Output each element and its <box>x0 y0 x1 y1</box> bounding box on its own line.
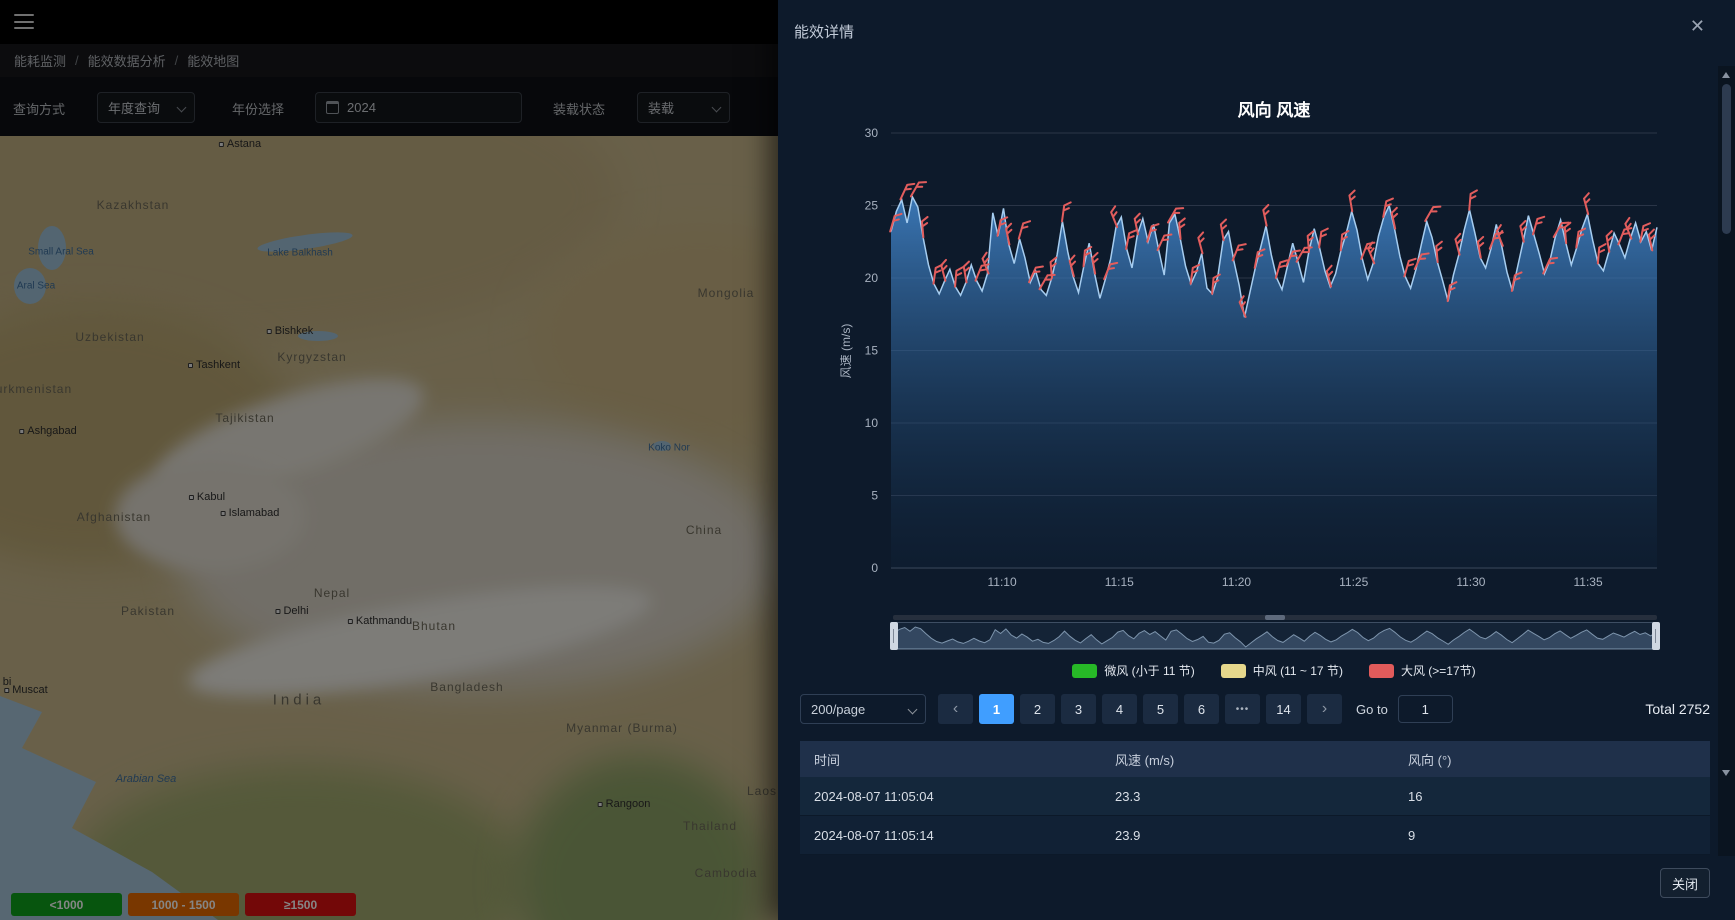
close-button[interactable]: 关闭 <box>1660 868 1710 898</box>
total-count: Total 2752 <box>1645 701 1710 717</box>
page-button-1[interactable]: 1 <box>979 694 1014 724</box>
more-pages-button[interactable]: ••• <box>1225 694 1260 724</box>
wind-barb-icon <box>1349 191 1358 212</box>
table-cell: 16 <box>1394 777 1710 816</box>
table-cell: 2024-08-07 11:05:14 <box>800 816 1101 855</box>
legend-swatch-icon <box>1369 664 1394 678</box>
legend-swatch-icon <box>1072 664 1097 678</box>
legend-swatch-icon <box>1221 664 1246 678</box>
wind-barb-icon <box>1564 223 1572 243</box>
close-icon[interactable]: ✕ <box>1690 17 1705 35</box>
svg-text:11:30: 11:30 <box>1456 575 1485 589</box>
legend-item-0[interactable]: 微风 (小于 11 节) <box>1072 662 1194 679</box>
wind-barb-icon <box>1319 228 1328 249</box>
table-cell: 2024-08-07 11:05:04 <box>800 777 1101 816</box>
app-root: 能耗监测 / 能效数据分析 / 能效地图 查询方式 年度查询 年份选择 2024… <box>0 0 1735 920</box>
scroll-down-icon[interactable] <box>1722 770 1730 776</box>
page-button-3[interactable]: 3 <box>1061 694 1096 724</box>
wind-barb-icon <box>1126 229 1136 250</box>
wind-barb-icon <box>1233 242 1246 263</box>
datazoom-right-handle[interactable] <box>1652 622 1660 650</box>
wind-data-table: 时间风速 (m/s)风向 (°)2024-08-07 11:05:0423.31… <box>800 741 1710 855</box>
scrollbar-thumb[interactable] <box>1722 84 1731 234</box>
legend-label: 大风 (>=17节) <box>1401 662 1476 679</box>
page-size-value: 200/page <box>811 702 865 717</box>
datazoom-preview <box>894 623 1656 649</box>
pagination-bar: 200/page ‹123456•••14› Go to Total 2752 <box>800 694 1710 724</box>
svg-text:11:20: 11:20 <box>1222 575 1251 589</box>
drawer-title: 能效详情 <box>794 21 854 42</box>
page-buttons: ‹123456•••14› <box>938 694 1348 724</box>
legend-label: 微风 (小于 11 节) <box>1104 662 1194 679</box>
wind-barb-icon <box>1062 202 1071 223</box>
detail-drawer: 能效详情 ✕ 风向 风速 051015202530风速 (m/s)11:1011… <box>778 0 1735 920</box>
wind-barb-icon <box>1533 215 1544 236</box>
next-page-button[interactable]: › <box>1307 694 1342 724</box>
svg-text:20: 20 <box>865 271 879 285</box>
datazoom-slider[interactable] <box>893 615 1657 651</box>
goto-label: Go to <box>1356 702 1388 717</box>
table-header-cell: 风向 (°) <box>1394 741 1710 777</box>
prev-page-button[interactable]: ‹ <box>938 694 973 724</box>
wind-barb-icon <box>1197 232 1208 253</box>
svg-text:15: 15 <box>865 344 879 358</box>
table-header-cell: 风速 (m/s) <box>1101 741 1394 777</box>
wind-barb-icon <box>911 179 926 199</box>
table-cell: 23.9 <box>1101 816 1394 855</box>
table-row: 2024-08-07 11:05:0423.316 <box>800 777 1710 816</box>
datazoom-window[interactable] <box>893 622 1657 650</box>
wind-barb-icon <box>1469 190 1477 210</box>
scroll-up-icon[interactable] <box>1722 72 1730 78</box>
page-button-6[interactable]: 6 <box>1184 694 1219 724</box>
page-button-2[interactable]: 2 <box>1020 694 1055 724</box>
svg-text:11:35: 11:35 <box>1574 575 1603 589</box>
svg-text:10: 10 <box>865 416 879 430</box>
wind-barb-icon <box>922 217 930 237</box>
legend-item-1[interactable]: 中风 (11 ~ 17 节) <box>1221 662 1343 679</box>
table-cell: 23.3 <box>1101 777 1394 816</box>
wind-barb-icon <box>1436 242 1444 262</box>
legend-item-2[interactable]: 大风 (>=17节) <box>1369 662 1476 679</box>
svg-text:11:10: 11:10 <box>988 575 1017 589</box>
svg-text:11:15: 11:15 <box>1105 575 1134 589</box>
datazoom-move-handle[interactable] <box>1265 615 1285 620</box>
wind-speed-chart: 0 5 10 15 20 25 30 风速 (m/s) 11:10 11:15 11:20 11:25… <box>778 120 1735 600</box>
svg-text:5: 5 <box>871 489 878 503</box>
table-row: 2024-08-07 11:05:1423.99 <box>800 816 1710 855</box>
wind-barb-icon <box>955 267 963 287</box>
datazoom-move-track[interactable] <box>893 615 1657 620</box>
svg-text:25: 25 <box>865 199 879 213</box>
wind-barb-icon <box>1583 193 1594 214</box>
page-button-5[interactable]: 5 <box>1143 694 1178 724</box>
table-cell: 9 <box>1394 816 1710 855</box>
svg-text:0: 0 <box>871 561 878 575</box>
wind-barb-icon <box>1179 218 1187 238</box>
table-header-row: 时间风速 (m/s)风向 (°) <box>800 741 1710 777</box>
chart-legend: 微风 (小于 11 节) 中风 (11 ~ 17 节) 大风 (>=17节) <box>891 662 1657 679</box>
wind-barb-icon <box>1262 205 1272 226</box>
chevron-down-icon <box>908 705 918 715</box>
page-button-14[interactable]: 14 <box>1266 694 1301 724</box>
legend-label: 中风 (11 ~ 17 节) <box>1253 662 1343 679</box>
chart-title: 风向 风速 <box>891 96 1657 121</box>
svg-text:30: 30 <box>865 126 879 140</box>
svg-text:11:25: 11:25 <box>1339 575 1368 589</box>
wind-barb-icon <box>1019 220 1030 241</box>
page-button-4[interactable]: 4 <box>1102 694 1137 724</box>
wind-barb-icon <box>1425 204 1440 224</box>
table-header-cell: 时间 <box>800 741 1101 777</box>
page-size-select[interactable]: 200/page <box>800 694 926 724</box>
datazoom-left-handle[interactable] <box>890 622 898 650</box>
svg-text:风速 (m/s): 风速 (m/s) <box>839 324 853 379</box>
goto-page-input[interactable] <box>1398 695 1453 723</box>
wind-barb-icon <box>1598 244 1606 264</box>
drawer-scrollbar[interactable] <box>1718 66 1735 856</box>
